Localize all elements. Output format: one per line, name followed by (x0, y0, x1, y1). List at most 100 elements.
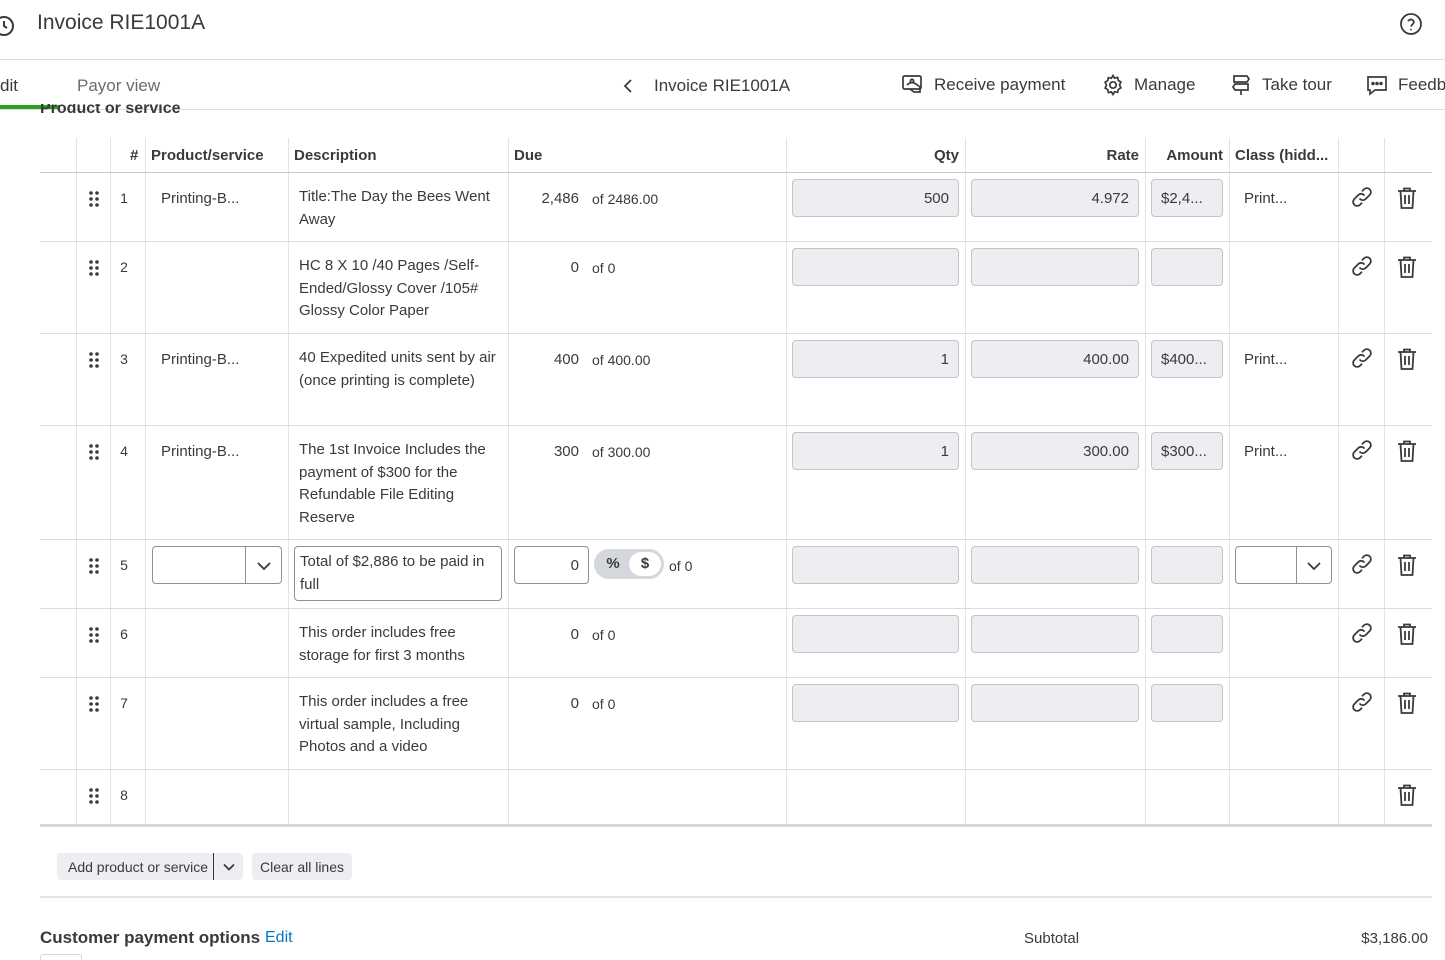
amount-field[interactable] (1151, 615, 1223, 653)
rate-field[interactable] (971, 684, 1139, 722)
rate-field[interactable]: 400.00 (971, 340, 1139, 378)
qty-field[interactable]: 1 (792, 432, 959, 470)
payment-options-edit-link[interactable]: Edit (265, 929, 293, 947)
amount-field[interactable]: $2,4... (1151, 179, 1223, 217)
trash-icon[interactable] (1396, 553, 1418, 577)
trash-icon[interactable] (1396, 622, 1418, 646)
clear-all-lines-button[interactable]: Clear all lines (252, 853, 352, 880)
qty-field[interactable] (792, 684, 959, 722)
rate-field[interactable]: 300.00 (971, 432, 1139, 470)
qty-field[interactable] (792, 248, 959, 286)
table-row[interactable]: 4 Printing-B... The 1st Invoice Includes… (40, 426, 1432, 540)
trash-icon[interactable] (1396, 347, 1418, 371)
add-product-button[interactable]: Add product or service (57, 853, 243, 880)
chevron-left-icon[interactable] (620, 77, 636, 95)
drag-handle-icon[interactable] (89, 788, 99, 804)
table-row[interactable]: 6 This order includes free storage for f… (40, 609, 1432, 678)
class-cell[interactable]: Print... (1244, 190, 1287, 207)
feedback-button[interactable]: Feedb (1365, 73, 1445, 97)
link-icon[interactable] (1350, 690, 1374, 714)
col-header-product[interactable]: Product/service (151, 147, 264, 164)
drag-handle-icon[interactable] (89, 191, 99, 207)
take-tour-button[interactable]: Take tour (1229, 73, 1332, 97)
link-icon[interactable] (1350, 185, 1374, 209)
table-row[interactable]: 8 (40, 770, 1432, 827)
col-header-qty[interactable]: Qty (860, 147, 959, 164)
drag-handle-icon[interactable] (89, 627, 99, 643)
qty-field[interactable] (792, 546, 959, 584)
trash-icon[interactable] (1396, 439, 1418, 463)
table-row[interactable]: 3 Printing-B... 40 Expedited units sent … (40, 334, 1432, 426)
due-value[interactable]: 400 (509, 351, 579, 368)
product-cell[interactable]: Printing-B... (161, 351, 239, 368)
product-cell[interactable]: Printing-B... (161, 190, 239, 207)
link-icon[interactable] (1350, 346, 1374, 370)
link-icon[interactable] (1350, 621, 1374, 645)
link-icon[interactable] (1350, 552, 1374, 576)
col-header-class[interactable]: Class (hidd... (1235, 147, 1328, 164)
col-header-amount[interactable]: Amount (1150, 147, 1223, 164)
due-value[interactable]: 0 (509, 259, 579, 276)
amount-field[interactable]: $300... (1151, 432, 1223, 470)
class-select[interactable] (1235, 546, 1332, 584)
toggle-dollar[interactable]: $ (629, 552, 661, 576)
col-header-due[interactable]: Due (514, 147, 542, 164)
table-row[interactable]: 7 This order includes a free virtual sam… (40, 678, 1432, 770)
receive-payment-button[interactable]: Receive payment (901, 73, 1065, 97)
table-row[interactable]: 1 Printing-B... Title:The Day the Bees W… (40, 173, 1432, 242)
amount-field[interactable] (1151, 248, 1223, 286)
drag-handle-icon[interactable] (89, 558, 99, 574)
qty-field[interactable]: 500 (792, 179, 959, 217)
link-icon[interactable] (1350, 254, 1374, 278)
trash-icon[interactable] (1396, 691, 1418, 715)
amount-field[interactable]: $400... (1151, 340, 1223, 378)
history-icon[interactable] (0, 14, 16, 38)
help-icon[interactable] (1399, 12, 1423, 36)
col-header-rate[interactable]: Rate (1040, 147, 1139, 164)
tab-edit[interactable]: dit (0, 76, 18, 96)
class-cell[interactable]: Print... (1244, 443, 1287, 460)
tab-payor-view[interactable]: Payor view (77, 76, 160, 96)
description-cell[interactable]: HC 8 X 10 /40 Pages /Self-Ended/Glossy C… (299, 255, 499, 323)
product-cell[interactable]: Printing-B... (161, 443, 239, 460)
qty-field[interactable] (792, 615, 959, 653)
due-value[interactable]: 300 (509, 443, 579, 460)
rate-field[interactable] (971, 248, 1139, 286)
trash-icon[interactable] (1396, 255, 1418, 279)
product-select[interactable] (152, 546, 282, 584)
drag-handle-icon[interactable] (89, 696, 99, 712)
due-input[interactable]: 0 (514, 546, 589, 584)
qty-field[interactable]: 1 (792, 340, 959, 378)
amount-field[interactable] (1151, 546, 1223, 584)
manage-button[interactable]: Manage (1101, 73, 1195, 97)
description-cell[interactable]: This order includes a free virtual sampl… (299, 691, 499, 759)
trash-icon[interactable] (1396, 783, 1418, 807)
drag-handle-icon[interactable] (89, 444, 99, 460)
drag-handle-icon[interactable] (89, 260, 99, 276)
description-cell[interactable]: This order includes free storage for fir… (299, 622, 499, 667)
table-row[interactable]: 2 HC 8 X 10 /40 Pages /Self-Ended/Glossy… (40, 242, 1432, 334)
description-cell[interactable]: 40 Expedited units sent by air (once pri… (299, 347, 499, 392)
due-value[interactable]: 0 (509, 695, 579, 712)
due-value[interactable]: 0 (509, 626, 579, 643)
due-value[interactable]: 2,486 (509, 190, 579, 207)
description-input[interactable]: Total of $2,886 to be paid in full (294, 546, 502, 601)
link-icon[interactable] (1350, 438, 1374, 462)
payment-option-card[interactable] (40, 954, 82, 960)
row-number: 4 (120, 443, 128, 459)
row-number: 1 (120, 190, 128, 206)
class-cell[interactable]: Print... (1244, 351, 1287, 368)
rate-field[interactable] (971, 615, 1139, 653)
description-cell[interactable]: The 1st Invoice Includes the payment of … (299, 439, 499, 529)
description-cell[interactable]: Title:The Day the Bees Went Away (299, 186, 499, 231)
table-row-editing[interactable]: 5 Total of $2,886 to be paid in full 0 %… (40, 540, 1432, 609)
chevron-down-icon[interactable] (222, 860, 236, 874)
trash-icon[interactable] (1396, 186, 1418, 210)
amount-field[interactable] (1151, 684, 1223, 722)
rate-field[interactable] (971, 546, 1139, 584)
toggle-percent[interactable]: % (594, 549, 632, 579)
col-header-description[interactable]: Description (294, 147, 377, 164)
percent-dollar-toggle[interactable]: % $ (594, 549, 664, 579)
drag-handle-icon[interactable] (89, 352, 99, 368)
rate-field[interactable]: 4.972 (971, 179, 1139, 217)
